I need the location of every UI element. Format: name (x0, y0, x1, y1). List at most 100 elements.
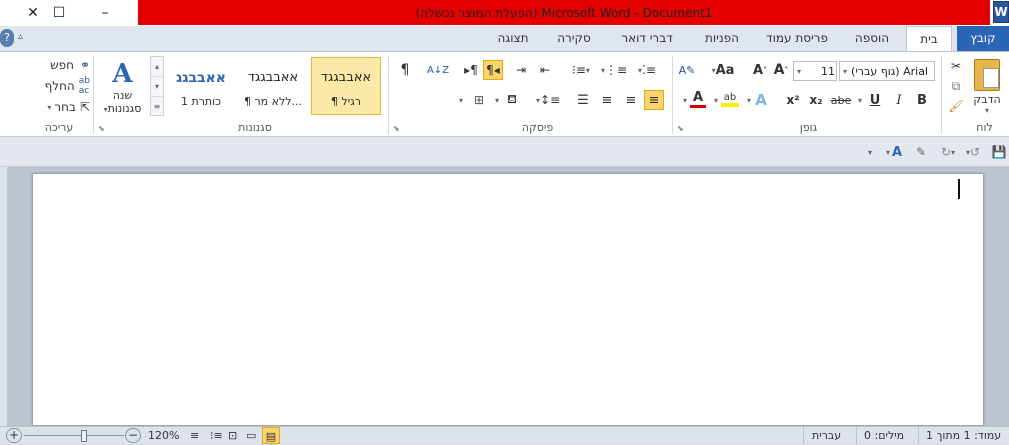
tab-file[interactable]: קובץ (957, 26, 1009, 51)
word-count[interactable]: מילים: 0 (864, 427, 904, 444)
reading-view-icon[interactable]: ▭ (246, 427, 256, 444)
multilevel-list-icon[interactable]: ⁝≡ ▾ (568, 60, 594, 80)
paste-button[interactable]: הדבק ▾ (968, 56, 1006, 118)
change-styles-icon: A (112, 59, 133, 89)
italic-button[interactable]: I (890, 90, 908, 110)
font-launcher-icon[interactable]: ⬊ (677, 124, 684, 133)
bullets-icon[interactable]: ▾ ⁚≡ (634, 60, 660, 80)
edit-icon[interactable]: ✎ (912, 142, 930, 162)
maximize-icon[interactable]: ☐ (36, 0, 82, 25)
line-spacing-icon[interactable]: ▾ ↕≡ (534, 90, 562, 110)
styles-gallery-scroll[interactable]: ▴ ▾ ≡ (150, 56, 164, 116)
draft-view-icon[interactable]: ≡ (190, 427, 199, 444)
web-layout-icon[interactable]: ⊡ (228, 427, 237, 444)
superscript-button[interactable]: x² (783, 90, 803, 110)
document-page[interactable] (32, 173, 984, 426)
highlight-button[interactable]: ab (720, 88, 740, 110)
tab-page-layout[interactable]: פריסת עמוד (758, 26, 836, 51)
subscript-button[interactable]: x₂ (806, 90, 826, 110)
help-icon[interactable]: ? (0, 29, 14, 47)
font-color-dropdown-icon[interactable]: ▾ (680, 90, 690, 110)
language-indicator[interactable]: עברית (812, 427, 841, 444)
find-button[interactable]: חפש ⚭ (30, 56, 90, 74)
font-group-label: גופן (799, 121, 818, 134)
tab-references[interactable]: הפניות (690, 26, 754, 51)
tab-insert[interactable]: הוספה (842, 26, 902, 51)
paragraph-launcher-icon[interactable]: ⬊ (393, 124, 400, 133)
tab-home[interactable]: בית (906, 26, 952, 52)
font-size-select[interactable]: ▾ 11 (793, 61, 837, 81)
shrink-font-button[interactable]: A ˅ (751, 60, 769, 80)
font-color-button[interactable]: A (690, 88, 706, 110)
font-name-dropdown-icon[interactable]: ▾ (843, 67, 847, 76)
print-layout-icon[interactable]: ▤ (262, 427, 280, 444)
decrease-indent-icon[interactable]: ⇤ (537, 60, 553, 80)
strikethrough-button[interactable]: abe (829, 90, 853, 110)
title-bar: ✕ ☐ – (הפעלת המוצר נכשלה) Microsoft Word… (0, 0, 1009, 26)
format-painter-icon[interactable]: 🖌 (948, 98, 964, 114)
ltr-direction-icon[interactable]: ▸¶ (460, 60, 482, 80)
save-icon[interactable]: 💾 (990, 142, 1008, 162)
scroll-up-icon[interactable]: ▴ (151, 57, 163, 76)
borders-dropdown-icon[interactable]: ▾ (456, 90, 466, 110)
numbering-icon[interactable]: ▾ ⋮≡ (601, 60, 627, 80)
zoom-level[interactable]: 120% (148, 427, 179, 444)
cursor-arrow-icon: ⇱ (79, 100, 90, 114)
justify-icon[interactable]: ☰ (574, 90, 592, 110)
align-left-icon[interactable]: ≡ (598, 90, 616, 110)
show-marks-button[interactable]: ¶ (396, 60, 414, 80)
window-title: (הפעלת המוצר נכשלה) Microsoft Word - Doc… (138, 0, 990, 25)
copy-icon[interactable]: ⧉ (948, 78, 964, 94)
page-number[interactable]: עמוד: 1 מתוך 1 (926, 427, 1001, 444)
font-size-dropdown-icon[interactable]: ▾ (797, 67, 801, 76)
text-effect-button[interactable]: A (753, 90, 769, 110)
undo-icon[interactable]: ▾ ↺ (962, 142, 984, 162)
style-name: ¶ ללא מר... (243, 95, 303, 108)
underline-button[interactable]: U (866, 90, 884, 110)
style-no-spacing[interactable]: אאבבגגד ¶ ללא מר... (238, 57, 308, 115)
change-styles-button[interactable]: A שנה ▾סגנונות (100, 56, 145, 118)
replace-button[interactable]: החלף ab ac (30, 76, 90, 96)
styles-launcher-icon[interactable]: ⬊ (98, 124, 105, 133)
shading-bucket-icon[interactable]: ⛾ (503, 90, 521, 110)
minimize-icon[interactable]: – (82, 0, 128, 25)
rtl-direction-icon[interactable]: ¶◂ (483, 60, 503, 80)
font-name-select[interactable]: ▾ (גוף עברי) Arial (839, 61, 935, 81)
tab-view[interactable]: תצוגה (485, 26, 541, 51)
clipboard-group-label: לוח (976, 121, 993, 134)
increase-indent-icon[interactable]: ⇥ (513, 60, 529, 80)
change-case-button[interactable]: ▾ Aa (708, 60, 738, 80)
zoom-in-icon[interactable]: + (6, 428, 22, 443)
clear-formatting-icon[interactable]: A✎ (678, 60, 696, 80)
select-label: בחר (54, 100, 76, 114)
font-color-swatch (690, 105, 706, 108)
shading-dropdown-icon[interactable]: ▾ (492, 90, 502, 110)
customize-qat-icon[interactable]: ▾ (864, 143, 876, 161)
more-styles-icon[interactable]: ≡ (151, 96, 163, 116)
ribbon-collapse-icon[interactable]: ▵ (18, 31, 23, 42)
bold-button[interactable]: B (913, 90, 931, 110)
borders-icon[interactable]: ⊞ (470, 90, 488, 110)
scroll-down-icon[interactable]: ▾ (151, 76, 163, 96)
ribbon: חפש ⚭ החלף ab ac ▾ בחר ⇱ עריכה A שנה ▾סגנ… (0, 51, 1009, 137)
tab-mailings[interactable]: דברי דואר (607, 26, 687, 51)
word-logo-icon[interactable]: W (993, 1, 1009, 23)
style-normal[interactable]: אאבבגגד ¶ רגיל (311, 57, 381, 115)
replace-label: החלף (44, 79, 75, 93)
styles-quick-icon[interactable]: ▾ A (880, 142, 908, 162)
sort-icon[interactable]: A↓Z (427, 60, 449, 80)
redo-icon[interactable]: ↻ ▾ (937, 142, 959, 162)
select-button[interactable]: ▾ בחר ⇱ (30, 98, 90, 116)
align-center-icon[interactable]: ≡ (622, 90, 640, 110)
zoom-slider-thumb[interactable] (81, 430, 87, 442)
tab-review[interactable]: סקירה (545, 26, 603, 51)
quick-access-toolbar: ▾ ▾ A ✎ ↻ ▾ ▾ ↺ 💾 (0, 137, 1009, 167)
cut-icon[interactable]: ✂ (948, 58, 964, 74)
grow-font-button[interactable]: A ˄ (772, 60, 790, 80)
zoom-slider-track[interactable] (24, 435, 124, 436)
style-heading1[interactable]: אאבבגג כותרת 1 (166, 57, 236, 115)
outline-view-icon[interactable]: ⁝≡ (210, 427, 223, 444)
zoom-out-icon[interactable]: − (125, 428, 141, 443)
underline-dropdown-icon[interactable]: ▾ (855, 90, 865, 110)
align-right-icon[interactable]: ≡ (644, 90, 664, 110)
